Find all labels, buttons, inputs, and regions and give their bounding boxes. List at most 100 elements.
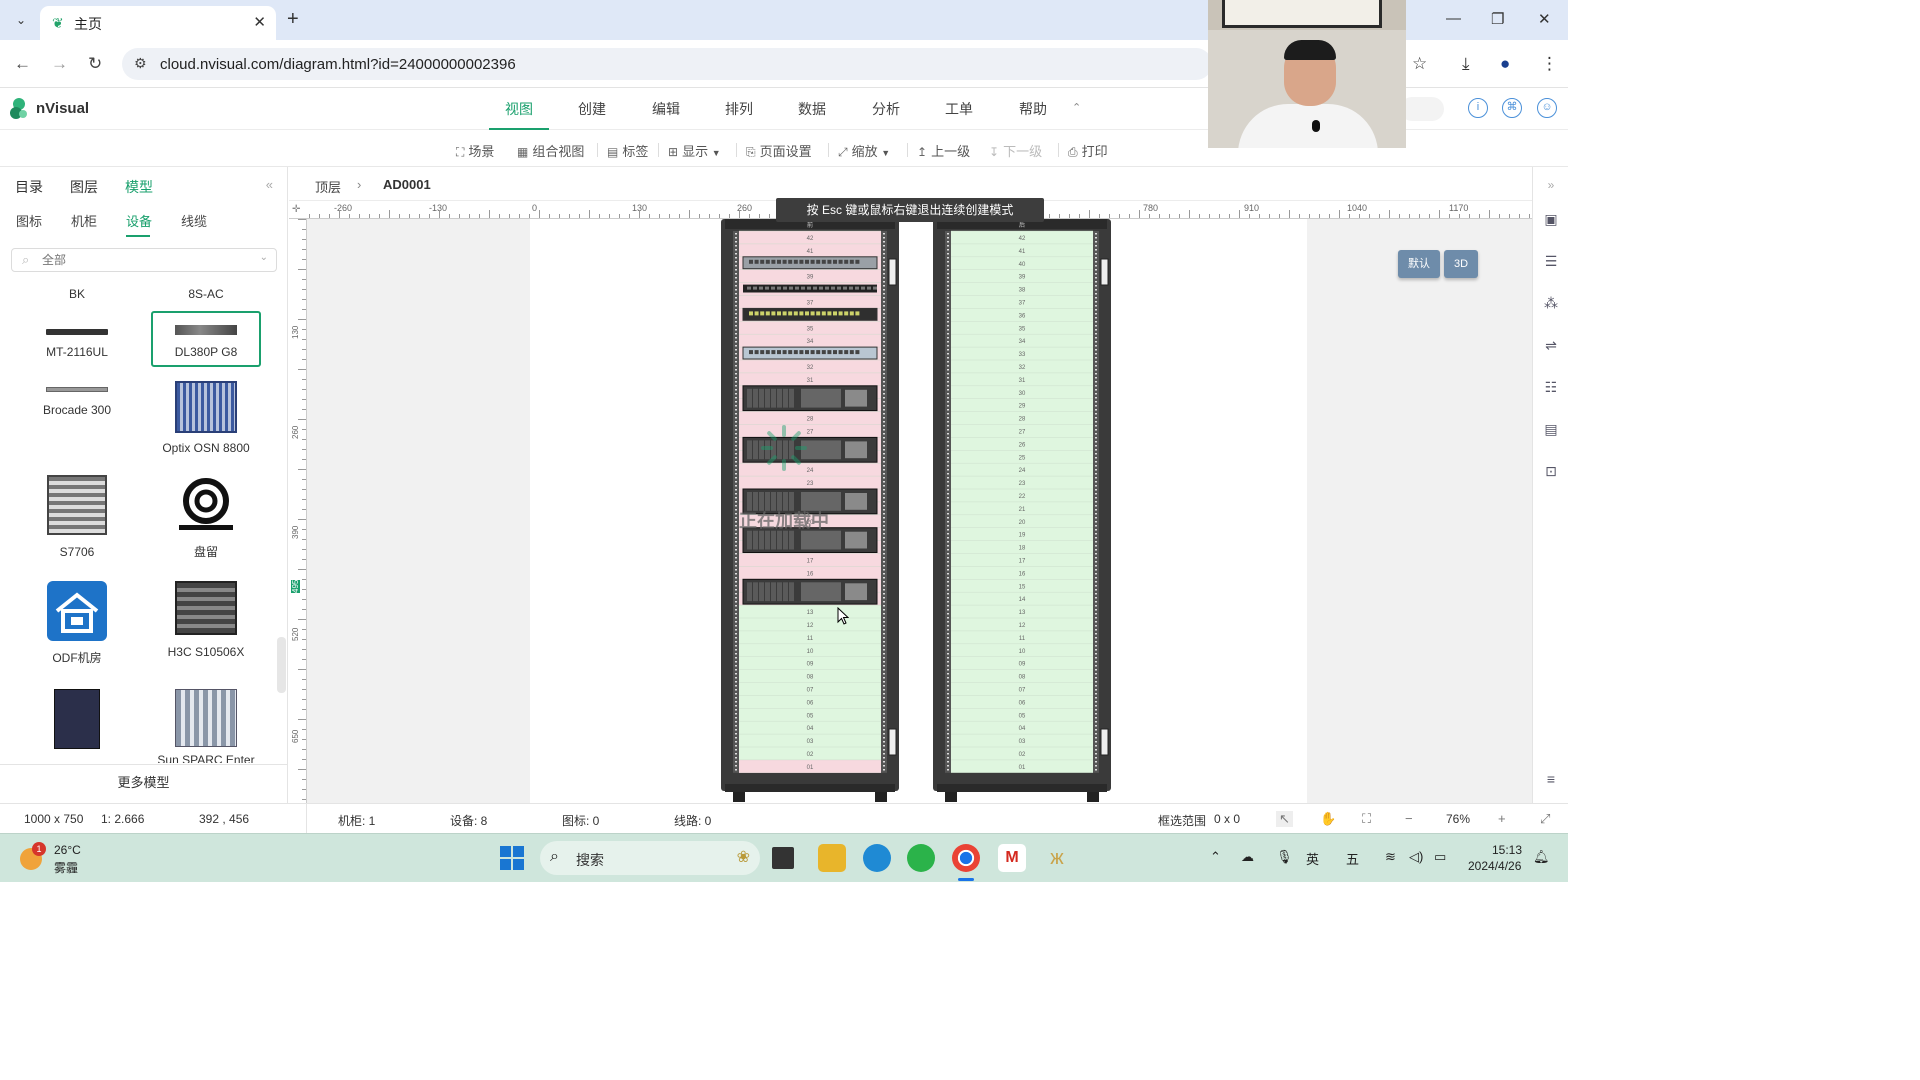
mail-app-icon[interactable]: M [998,844,1026,872]
zoom-in-icon[interactable]: + [1498,811,1506,826]
model-item-coil[interactable]: 盘留 [151,473,261,563]
volume-icon[interactable]: ◁) [1409,849,1423,865]
header-search-box[interactable] [1400,97,1444,121]
ime-mode[interactable]: 五 [1346,849,1359,868]
menu-view[interactable]: 视图 [489,88,549,130]
subtab-icons[interactable]: 图标 [16,211,42,230]
menu-create[interactable]: 创建 [562,88,622,130]
menu-icon[interactable]: ≡ [1543,771,1559,787]
bookmark-star-icon[interactable]: ☆ [1412,54,1427,74]
tray-expand-icon[interactable]: ⌃ [1210,849,1221,865]
menu-edit[interactable]: 编辑 [636,88,696,130]
label-button[interactable]: ▤ 标签 [607,141,648,160]
model-item-odf-room[interactable]: ODF机房 [22,581,132,671]
battery-icon[interactable]: ▭ [1434,849,1446,865]
tab-layers[interactable]: 图层 [70,177,98,197]
model-item-h3c-s10506x[interactable]: H3C S10506X [151,581,261,671]
down-level-button[interactable]: ↧ 下一级 [989,141,1042,160]
model-item-sun-sparc[interactable]: Sun SPARC Enter [151,687,261,763]
menu-help[interactable]: 帮助 [1003,88,1063,130]
apps-icon[interactable]: ⌘ [1502,98,1522,118]
scene-button[interactable]: ⛶ 场景 [456,141,494,160]
table-icon[interactable]: ☷ [1543,379,1559,395]
minimize-icon[interactable]: — [1446,10,1461,27]
windows-start-icon[interactable] [498,844,526,872]
reload-icon[interactable]: ↻ [88,54,102,74]
breadcrumb-root[interactable]: 顶层 [315,177,341,196]
onedrive-icon[interactable]: ☁ [1241,849,1254,865]
browser-menu-icon[interactable]: ⋮ [1541,54,1558,74]
download-icon[interactable]: ⤓ [1462,54,1470,74]
task-view-icon[interactable] [772,847,794,869]
subtab-cabinets[interactable]: 机柜 [71,211,97,230]
forward-icon[interactable]: → [51,54,68,74]
expand-panel-icon[interactable]: » [1543,177,1559,193]
print-button[interactable]: ⎙ 打印 [1068,141,1108,160]
collapse-menu-icon[interactable]: ⌃ [1072,101,1081,114]
user-icon[interactable]: ☺ [1537,98,1557,118]
menu-arrange[interactable]: 排列 [709,88,769,130]
ime-language[interactable]: 英 [1306,849,1319,868]
fit-screen-icon[interactable]: ⛶ [1362,811,1371,827]
restore-icon[interactable]: ❐ [1491,10,1504,28]
model-list-scrollbar[interactable] [277,637,286,693]
menu-workorder[interactable]: 工单 [929,88,989,130]
fullscreen-icon[interactable]: ⤢ [1540,811,1550,827]
topology-icon[interactable]: ⁂ [1543,295,1559,311]
browser-tab[interactable]: ❦ 主页 ✕ [40,6,276,40]
model-item-partial[interactable]: 8S-AC [151,283,261,303]
chevron-down-icon[interactable]: ⌄ [260,252,268,263]
document-icon[interactable]: ▤ [1543,421,1559,437]
page-settings-button[interactable]: ⎘ 页面设置 [746,141,812,160]
wifi-icon[interactable]: ≋ [1385,849,1396,865]
new-tab-icon[interactable]: + [287,8,299,31]
subtab-cables[interactable]: 线缆 [181,211,207,230]
wechat-icon[interactable] [907,844,935,872]
route-icon[interactable]: ⇌ [1543,337,1559,353]
more-models-button[interactable]: 更多模型 [0,764,287,802]
zoom-out-icon[interactable]: − [1405,811,1413,826]
clock-date[interactable]: 2024/4/26 [1468,859,1521,873]
view-3d-button[interactable]: 3D [1444,250,1478,278]
profile-icon[interactable]: ● [1500,54,1510,74]
model-search-field[interactable]: ⌕ ⌄ [11,248,277,272]
model-item-optix-osn-8800[interactable]: Optix OSN 8800 [151,379,261,469]
zoom-dropdown[interactable]: ⤢ 缩放 ▼ [838,141,890,160]
up-level-button[interactable]: ↥ 上一级 [917,141,970,160]
close-tab-icon[interactable]: ✕ [253,13,266,31]
notification-bell-icon[interactable]: 🔔︎ [1533,849,1550,865]
menu-data[interactable]: 数据 [782,88,842,130]
select-pointer-icon[interactable]: ↖ [1276,811,1293,827]
tab-models[interactable]: 模型 [125,177,153,197]
taskbar-search[interactable]: ⌕ 搜索 ❀ [540,841,760,875]
combo-view-button[interactable]: ▦ 组合视图 [517,141,584,160]
tab-search-dropdown-icon[interactable]: ⌄ [10,9,32,31]
model-item-s7706[interactable]: S7706 [22,473,132,563]
tab-catalog[interactable]: 目录 [15,177,43,197]
list-icon[interactable]: ☰ [1543,253,1559,269]
model-item-storage[interactable] [22,687,132,763]
subtab-devices[interactable]: 设备 [126,211,152,230]
model-item-partial[interactable]: BK [22,283,132,303]
file-explorer-icon[interactable] [818,844,846,872]
info-icon[interactable]: i [1468,98,1488,118]
image-icon[interactable]: ▣ [1543,211,1559,227]
model-item-brocade-300[interactable]: Brocade 300 [22,383,132,423]
edge-browser-icon[interactable] [863,844,891,872]
model-item-dl380p-g8[interactable]: DL380P G8 [151,311,261,367]
monitor-icon[interactable]: ⊡ [1543,463,1559,479]
butterfly-app-icon[interactable]: ж [1043,844,1071,872]
view-default-button[interactable]: 默认 [1398,250,1440,278]
model-search-input[interactable] [42,252,242,268]
site-info-icon[interactable]: ⚙ [134,55,147,72]
close-window-icon[interactable]: ✕ [1538,10,1551,28]
pan-hand-icon[interactable]: ✋ [1320,811,1336,827]
display-dropdown[interactable]: ⊞ 显示 ▼ [668,141,721,160]
url-field[interactable]: ⚙ cloud.nvisual.com/diagram.html?id=2400… [122,48,1212,80]
microphone-icon[interactable]: 🎙︎ [1276,849,1293,865]
model-item-mt-2116ul[interactable]: MT-2116UL [22,311,132,367]
collapse-panel-icon[interactable]: « [266,177,273,192]
back-icon[interactable]: ← [14,54,31,74]
clock-time[interactable]: 15:13 [1492,843,1522,857]
menu-analyze[interactable]: 分析 [856,88,916,130]
